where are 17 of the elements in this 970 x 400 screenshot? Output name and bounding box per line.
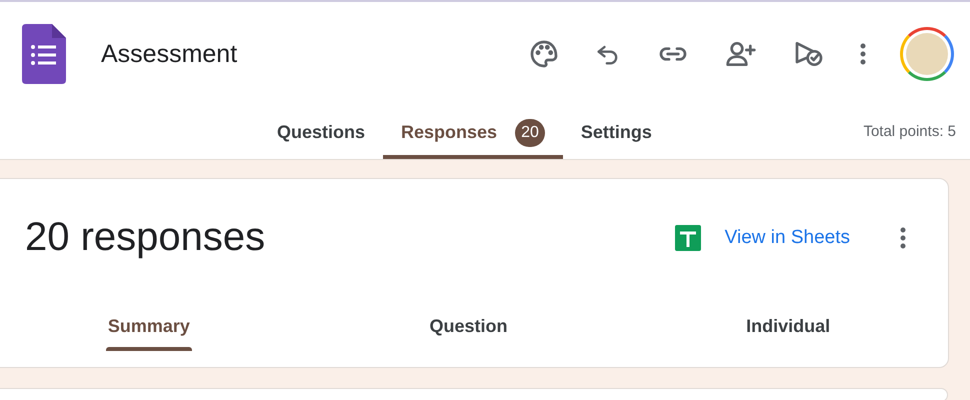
more-icon[interactable] <box>860 43 866 65</box>
forms-logo[interactable] <box>22 24 66 84</box>
tab[interactable]: Questions <box>259 106 384 159</box>
avatar[interactable] <box>900 27 954 81</box>
tab[interactable]: Settings <box>562 106 670 159</box>
form-title[interactable]: Assessment <box>101 40 528 68</box>
tab[interactable]: Question <box>308 302 628 350</box>
tab[interactable]: Summary <box>0 302 309 350</box>
view-in-sheets-link[interactable]: View in Sheets <box>724 226 850 248</box>
tab[interactable]: Individual <box>628 302 948 350</box>
palette-icon[interactable] <box>528 38 560 70</box>
total-points: Total points: 5 <box>863 123 956 142</box>
responses-heading: 20 responses <box>25 215 266 260</box>
sheets-icon[interactable] <box>674 224 701 250</box>
more-icon[interactable] <box>900 226 906 248</box>
count-badge: 20 <box>515 118 545 146</box>
tab[interactable]: Responses 20 <box>383 106 563 159</box>
